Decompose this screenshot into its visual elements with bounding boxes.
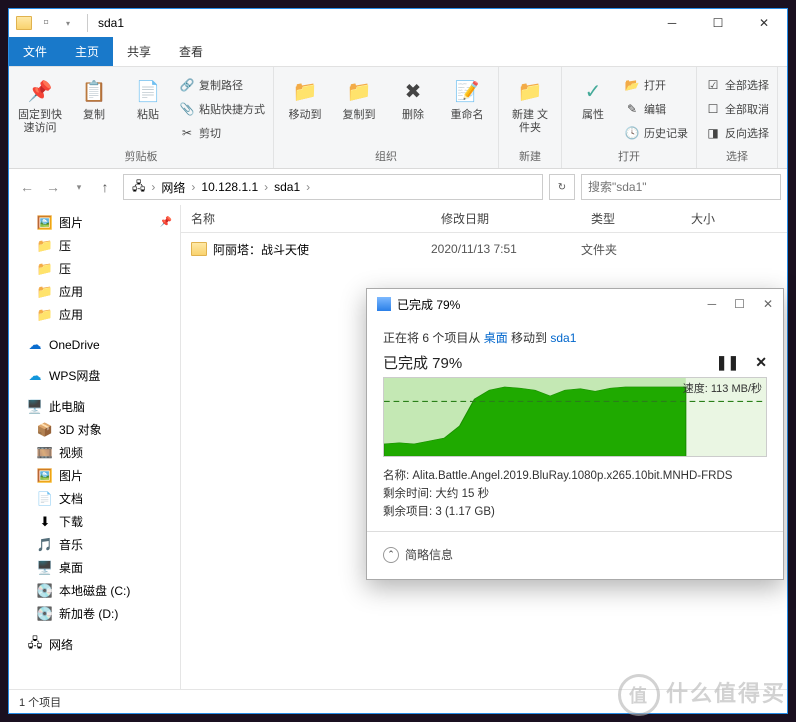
close-button[interactable]: ✕ bbox=[741, 9, 787, 37]
moveto-button[interactable]: 📁移动到 bbox=[282, 71, 328, 122]
ribbon: 📌固定到快 速访问 📋复制 📄粘贴 🔗复制路径 📎粘贴快捷方式 ✂剪切 剪贴板 … bbox=[9, 67, 787, 169]
sidebar-item[interactable]: 📁应用 bbox=[9, 280, 180, 303]
breadcrumb[interactable]: 🖧› 网络› 10.128.1.1› sda1› bbox=[123, 174, 543, 200]
sidebar-item[interactable]: 📁压 bbox=[9, 234, 180, 257]
refresh-button[interactable]: ↻ bbox=[549, 174, 575, 200]
sidebar-item[interactable]: 📁压 bbox=[9, 257, 180, 280]
copypath-button[interactable]: 🔗复制路径 bbox=[179, 75, 265, 95]
history-button[interactable]: 🕓历史记录 bbox=[624, 123, 688, 143]
newfolder-button[interactable]: 📁新建 文件夹 bbox=[507, 71, 553, 135]
cut-button[interactable]: ✂剪切 bbox=[179, 123, 265, 143]
watermark: 值什么值得买 bbox=[618, 674, 786, 716]
sidebar-wps[interactable]: ☁WPS网盘 bbox=[9, 364, 180, 387]
tab-share[interactable]: 共享 bbox=[113, 37, 165, 66]
maximize-button[interactable]: ☐ bbox=[695, 9, 741, 37]
cancel-button[interactable]: ✕ bbox=[755, 354, 767, 371]
selectnone-button[interactable]: ☐全部取消 bbox=[705, 99, 769, 119]
group-organize: 组织 bbox=[282, 146, 490, 166]
col-type[interactable]: 类型 bbox=[581, 210, 681, 227]
copy-progress-dialog: 已完成 79% ─ ☐ ✕ 正在将 6 个项目从 桌面 移动到 sda1 已完成… bbox=[366, 288, 784, 580]
forward-button[interactable]: → bbox=[41, 175, 65, 199]
search-input[interactable] bbox=[588, 180, 774, 194]
selectall-button[interactable]: ☑全部选择 bbox=[705, 75, 769, 95]
sidebar-network[interactable]: 🖧网络 bbox=[9, 633, 180, 656]
file-row[interactable]: 阿丽塔：战斗天使2020/11/13 7:51文件夹 bbox=[181, 237, 787, 261]
edit-button[interactable]: ✎编辑 bbox=[624, 99, 688, 119]
recent-dropdown[interactable]: ▾ bbox=[67, 175, 91, 199]
group-open: 打开 bbox=[570, 146, 688, 166]
copyto-button[interactable]: 📁复制到 bbox=[336, 71, 382, 122]
speed-label: 速度: 113 MB/秒 bbox=[683, 380, 762, 396]
search-box[interactable] bbox=[581, 174, 781, 200]
sidebar-item[interactable]: 📁应用 bbox=[9, 303, 180, 326]
collapse-button[interactable]: ⌃ 简略信息 bbox=[383, 546, 767, 563]
dialog-minimize[interactable]: ─ bbox=[708, 297, 717, 311]
sidebar-item[interactable]: 🎞️视频 bbox=[9, 441, 180, 464]
group-clipboard: 剪贴板 bbox=[17, 146, 265, 166]
group-new: 新建 bbox=[507, 146, 553, 166]
crumb-network[interactable]: 网络 bbox=[157, 179, 189, 196]
sidebar-item[interactable]: 🖥️桌面 bbox=[9, 556, 180, 579]
sidebar-item[interactable]: ⬇下载 bbox=[9, 510, 180, 533]
column-headers: 名称 修改日期 类型 大小 bbox=[181, 205, 787, 233]
sidebar-onedrive[interactable]: ☁OneDrive bbox=[9, 334, 180, 356]
network-icon[interactable]: 🖧 bbox=[128, 177, 149, 198]
ribbon-tabs: 文件 主页 共享 查看 bbox=[9, 37, 787, 67]
invertsel-button[interactable]: ◨反向选择 bbox=[705, 123, 769, 143]
pasteshortcut-button[interactable]: 📎粘贴快捷方式 bbox=[179, 99, 265, 119]
dialog-title: 已完成 79% bbox=[397, 296, 460, 313]
dialog-maximize[interactable]: ☐ bbox=[734, 297, 745, 311]
dialog-titlebar: 已完成 79% ─ ☐ ✕ bbox=[367, 289, 783, 319]
sidebar-item[interactable]: 📄文档 bbox=[9, 487, 180, 510]
group-select: 选择 bbox=[705, 146, 769, 166]
back-button[interactable]: ← bbox=[15, 175, 39, 199]
sidebar-item[interactable]: 🖼️图片 bbox=[9, 464, 180, 487]
transfer-details: 名称: Alita.Battle.Angel.2019.BluRay.1080p… bbox=[383, 467, 767, 521]
sidebar-item[interactable]: 📦3D 对象 bbox=[9, 418, 180, 441]
paste-button[interactable]: 📄粘贴 bbox=[125, 71, 171, 122]
link-from[interactable]: 桌面 bbox=[484, 331, 508, 345]
minimize-button[interactable]: ─ bbox=[649, 9, 695, 37]
up-button[interactable]: ↑ bbox=[93, 175, 117, 199]
qat-item[interactable]: ▫ bbox=[37, 14, 55, 32]
sidebar-item[interactable]: 💽本地磁盘 (C:) bbox=[9, 579, 180, 602]
crumb-folder[interactable]: sda1 bbox=[270, 180, 304, 194]
sidebar-item[interactable]: 💽新加卷 (D:) bbox=[9, 602, 180, 625]
copy-icon bbox=[377, 297, 391, 311]
tab-file[interactable]: 文件 bbox=[9, 37, 61, 66]
window-title: sda1 bbox=[98, 16, 124, 30]
progress-percent: 已完成 79% bbox=[383, 352, 462, 373]
address-bar: ← → ▾ ↑ 🖧› 网络› 10.128.1.1› sda1› ↻ bbox=[9, 169, 787, 205]
speed-chart: 速度: 113 MB/秒 bbox=[383, 377, 767, 457]
sidebar-item[interactable]: 🎵音乐 bbox=[9, 533, 180, 556]
properties-button[interactable]: ✓属性 bbox=[570, 71, 616, 122]
chevron-up-icon: ⌃ bbox=[383, 547, 399, 563]
crumb-ip[interactable]: 10.128.1.1 bbox=[197, 180, 262, 194]
sidebar-thispc[interactable]: 🖥️此电脑 bbox=[9, 395, 180, 418]
dialog-description: 正在将 6 个项目从 桌面 移动到 sda1 bbox=[383, 329, 767, 346]
folder-icon bbox=[15, 14, 33, 32]
sidebar-item[interactable]: 🖼️图片📌 bbox=[9, 211, 180, 234]
link-to[interactable]: sda1 bbox=[550, 331, 576, 345]
qat-dropdown[interactable]: ▾ bbox=[59, 14, 77, 32]
col-modified[interactable]: 修改日期 bbox=[431, 210, 581, 227]
tab-view[interactable]: 查看 bbox=[165, 37, 217, 66]
rename-button[interactable]: 📝重命名 bbox=[444, 71, 490, 122]
tab-home[interactable]: 主页 bbox=[61, 37, 113, 66]
sidebar: 🖼️图片📌📁压📁压📁应用📁应用 ☁OneDrive ☁WPS网盘 🖥️此电脑 📦… bbox=[9, 205, 181, 689]
col-name[interactable]: 名称 bbox=[181, 210, 431, 227]
delete-button[interactable]: ✖删除 bbox=[390, 71, 436, 122]
pause-button[interactable]: ❚❚ bbox=[716, 354, 739, 371]
col-size[interactable]: 大小 bbox=[681, 210, 761, 227]
dialog-close[interactable]: ✕ bbox=[763, 297, 773, 311]
titlebar: ▫ ▾ sda1 ─ ☐ ✕ bbox=[9, 9, 787, 37]
pin-button[interactable]: 📌固定到快 速访问 bbox=[17, 71, 63, 135]
copy-button[interactable]: 📋复制 bbox=[71, 71, 117, 122]
open-button[interactable]: 📂打开 bbox=[624, 75, 688, 95]
